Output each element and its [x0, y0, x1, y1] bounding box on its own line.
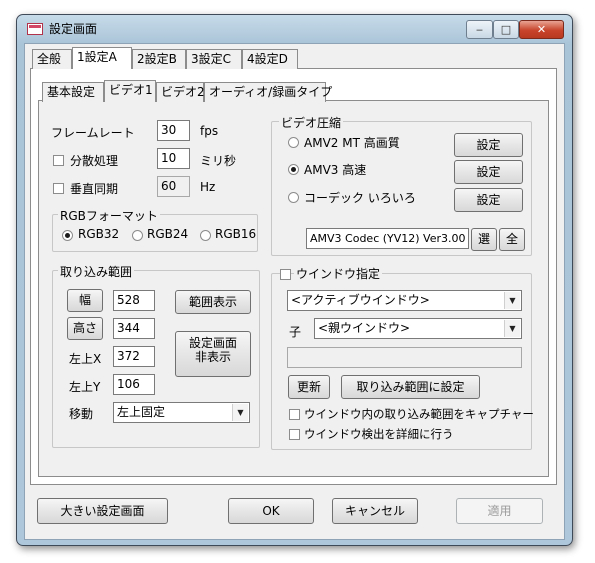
- width-input[interactable]: 528: [113, 290, 155, 311]
- amv3-label: AMV3 高速: [304, 163, 367, 177]
- move-select-value: 左上固定: [117, 405, 166, 419]
- tab-general[interactable]: 全般: [32, 49, 72, 69]
- rgb16-label: RGB16: [215, 227, 257, 241]
- parent-window-value: <親ウインドウ>: [318, 321, 411, 335]
- hide-settings-button[interactable]: 設定画面 非表示: [175, 331, 251, 377]
- refresh-button[interactable]: 更新: [288, 375, 330, 399]
- move-label: 移動: [69, 407, 94, 421]
- codec-name-field[interactable]: AMV3 Codec (YV12) Ver3.00: [306, 228, 469, 249]
- minimize-button[interactable]: ‒: [466, 20, 493, 39]
- tab-settings-b[interactable]: 2設定B: [132, 49, 186, 69]
- large-settings-button[interactable]: 大きい設定画面: [37, 498, 168, 524]
- top-y-input[interactable]: 106: [113, 374, 155, 395]
- rgb-format-legend: RGBフォーマット: [58, 207, 160, 224]
- top-y-label: 左上Y: [69, 380, 101, 394]
- height-input[interactable]: 344: [113, 318, 155, 339]
- set-capture-range-button[interactable]: 取り込み範囲に設定: [341, 375, 480, 399]
- ok-button[interactable]: OK: [228, 498, 314, 524]
- tab-audio-record-type[interactable]: オーディオ/録画タイプ: [204, 82, 332, 102]
- distributed-label: 分散処理: [70, 154, 119, 168]
- maximize-button[interactable]: □: [493, 20, 519, 39]
- vsync-label: 垂直同期: [70, 182, 119, 196]
- tab-settings-c[interactable]: 3設定C: [186, 49, 242, 69]
- left-x-label: 左上X: [69, 352, 102, 366]
- active-window-value: <アクティブウインドウ>: [291, 293, 430, 307]
- tab-video1[interactable]: ビデオ1: [104, 80, 156, 102]
- close-button[interactable]: ✕: [519, 20, 564, 39]
- distributed-input[interactable]: 10: [157, 148, 190, 169]
- hide-settings-line2: 非表示: [194, 350, 231, 364]
- rgb32-label: RGB32: [78, 227, 120, 241]
- amv2-radio[interactable]: [288, 137, 299, 148]
- rgb24-radio[interactable]: [132, 230, 143, 241]
- codec-all-button[interactable]: 全: [499, 228, 525, 251]
- show-range-button[interactable]: 範囲表示: [175, 290, 251, 314]
- vsync-input: 60: [157, 176, 190, 197]
- framerate-unit: fps: [200, 124, 219, 138]
- amv2-label: AMV2 MT 高画質: [304, 136, 400, 150]
- tab-settings-d[interactable]: 4設定D: [242, 49, 298, 69]
- move-select[interactable]: 左上固定 ▼: [113, 402, 250, 423]
- distributed-unit: ミリ秒: [200, 154, 237, 168]
- amv3-settings-button[interactable]: 設定: [454, 160, 523, 184]
- width-button[interactable]: 幅: [67, 289, 103, 312]
- codec-settings-button[interactable]: 設定: [454, 188, 523, 212]
- window-spec-legend: ウインドウ指定: [294, 265, 383, 282]
- chevron-down-icon: ▼: [232, 404, 248, 421]
- active-window-select[interactable]: <アクティブウインドウ> ▼: [287, 290, 522, 311]
- apply-button[interactable]: 適用: [456, 498, 543, 524]
- detailed-detect-checkbox[interactable]: [289, 429, 300, 440]
- cancel-button[interactable]: キャンセル: [332, 498, 418, 524]
- window-name-field: [287, 347, 522, 368]
- chevron-down-icon: ▼: [504, 292, 520, 309]
- distributed-checkbox[interactable]: [53, 155, 64, 166]
- capture-range-legend: 取り込み範囲: [58, 263, 135, 280]
- amv3-radio[interactable]: [288, 164, 299, 175]
- height-button[interactable]: 高さ: [67, 317, 103, 340]
- child-label: 子: [289, 325, 302, 339]
- tab-basic-settings[interactable]: 基本設定: [42, 82, 104, 102]
- framerate-input[interactable]: 30: [157, 120, 190, 141]
- capture-in-window-checkbox[interactable]: [289, 409, 300, 420]
- tab-video2[interactable]: ビデオ2: [156, 82, 205, 102]
- framerate-label: フレームレート: [51, 126, 135, 140]
- detailed-detect-label: ウインドウ検出を詳細に行う: [304, 427, 454, 441]
- rgb24-label: RGB24: [147, 227, 189, 241]
- amv2-settings-button[interactable]: 設定: [454, 133, 523, 157]
- rgb16-radio[interactable]: [200, 230, 211, 241]
- vsync-checkbox[interactable]: [53, 183, 64, 194]
- window-title: 設定画面: [49, 22, 98, 36]
- chevron-down-icon: ▼: [504, 320, 520, 337]
- app-icon: [27, 23, 43, 35]
- parent-window-select[interactable]: <親ウインドウ> ▼: [314, 318, 522, 339]
- codec-select-button[interactable]: 選: [471, 228, 497, 251]
- video-compression-legend: ビデオ圧縮: [279, 114, 344, 131]
- codec-label: コーデック いろいろ: [304, 191, 416, 205]
- left-x-input[interactable]: 372: [113, 346, 155, 367]
- hide-settings-line1: 設定画面: [188, 336, 237, 350]
- tab-settings-a[interactable]: 1設定A: [72, 47, 132, 69]
- codec-radio[interactable]: [288, 192, 299, 203]
- capture-in-window-label: ウインドウ内の取り込み範囲をキャプチャー: [304, 407, 534, 421]
- window-spec-checkbox[interactable]: [280, 269, 291, 280]
- vsync-unit: Hz: [200, 180, 216, 194]
- rgb32-radio[interactable]: [62, 230, 73, 241]
